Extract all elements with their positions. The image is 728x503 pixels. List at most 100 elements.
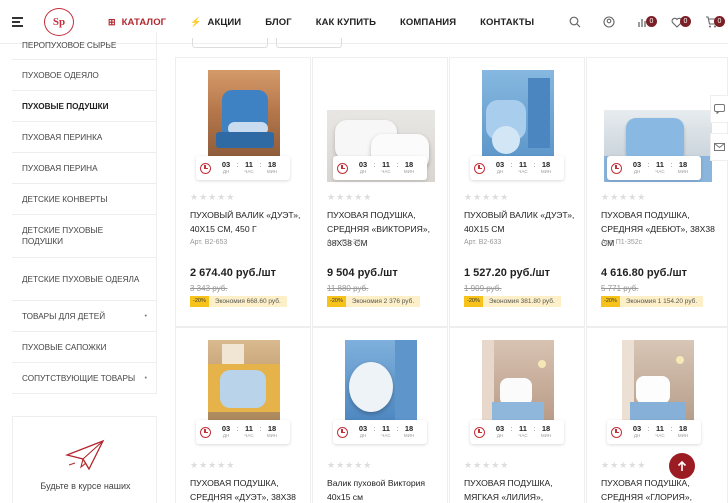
sidebar-item-kids-envelopes[interactable]: ДЕТСКИЕ КОНВЕРТЫ [12, 184, 156, 215]
timer-minutes-label: МИН [403, 169, 415, 174]
timer-hours-value: 11 [519, 424, 527, 433]
product-name[interactable]: Валик пуховой Виктория 40х15 см [327, 476, 443, 503]
sidebar-item-kids-pillows[interactable]: ДЕТСКИЕ ПУХОВЫЕ ПОДУШКИ [12, 215, 156, 258]
scroll-to-top-button[interactable] [669, 453, 695, 479]
timer-minutes: 18 МИН [537, 161, 555, 175]
nav-blog[interactable]: БЛОГ [265, 17, 291, 28]
sidebar-item-label: ПУХОВОЕ ОДЕЯЛО [22, 70, 99, 80]
timer-minutes: 18 МИН [674, 425, 692, 439]
product-card[interactable]: 03 ДН : 11 ЧАС : 18 МИН ★★★★★ ПУХОВАЯ ПОДУШ… [175, 327, 311, 503]
timer-hours: 11 ЧАС [377, 161, 395, 175]
search-icon[interactable] [564, 11, 586, 33]
product-card[interactable]: 03 ДН : 11 ЧАС : 18 МИН ★★★★★ ПУХОВЫЙ ВАЛИК… [175, 57, 311, 327]
timer-days-label: ДН [496, 433, 504, 438]
timer-hours: 11 ЧАС [651, 425, 669, 439]
catalog-sidebar: ПЕРОПУХОВОЕ СЫРЬЕ ПУХОВОЕ ОДЕЯЛО ПУХОВЫЕ… [12, 32, 157, 394]
nav-catalog[interactable]: ⊞ КАТАЛОГ [108, 17, 166, 28]
product-card[interactable]: 03 ДН : 11 ЧАС : 18 МИН ★★★★★ ПУХОВАЯ ПОДУШ… [312, 57, 448, 327]
product-card[interactable]: 03 ДН : 11 ЧАС : 18 МИН ★★★★★ ПУХОВЫЙ ВАЛИК… [449, 57, 585, 327]
product-image[interactable] [450, 70, 586, 162]
timer-hours-label: ЧАС [381, 169, 391, 174]
product-name[interactable]: ПУХОВАЯ ПОДУШКА, СРЕДНЯЯ «ГЛОРИЯ», [601, 476, 717, 503]
product-image[interactable] [176, 340, 312, 432]
timer-hours-label: ЧАС [244, 169, 254, 174]
nav-catalog-label: КАТАЛОГ [121, 16, 167, 28]
product-sku: Арт. В2-653 [190, 239, 228, 246]
product-image[interactable] [176, 70, 312, 162]
heart-icon[interactable]: 0 [666, 11, 691, 33]
discount-percent: -20% [327, 296, 346, 307]
timer-minutes-value: 18 [678, 160, 688, 169]
sidebar-item-down-boots[interactable]: ПУХОВЫЕ САПОЖКИ [12, 332, 156, 363]
rating-stars: ★★★★★ [327, 460, 373, 470]
product-sku: Арт. П1-38с [327, 239, 365, 246]
product-image[interactable] [450, 340, 586, 432]
newsletter-text: Будьте в курсе наших [40, 481, 131, 491]
product-image[interactable] [313, 70, 449, 182]
arrow-up-icon [677, 460, 687, 471]
timer-minutes-label: МИН [677, 433, 689, 438]
sidebar-item-label: ПУХОВЫЕ ПОДУШКИ [22, 101, 109, 111]
timer-minutes-value: 18 [541, 160, 551, 169]
sidebar-item-related-goods[interactable]: СОПУТСТВУЮЩИЕ ТОВАРЫ • [12, 363, 156, 394]
submenu-arrow-icon: • [144, 375, 147, 382]
sidebar-item-kids-goods[interactable]: ТОВАРЫ ДЛЯ ДЕТЕЙ • [12, 301, 156, 332]
product-card[interactable]: 03 ДН : 11 ЧАС : 18 МИН ★★★★★ ПУХОВАЯ ПОДУШ… [586, 57, 728, 327]
sort-control[interactable] [192, 38, 268, 48]
discount-badge: -20% Экономия 381.80 руб. [464, 296, 561, 307]
product-name[interactable]: ПУХОВЫЙ ВАЛИК «ДУЭТ», 40Х15 СМ [464, 208, 580, 236]
timer-minutes-label: МИН [540, 169, 552, 174]
timer-days: 03 ДН [217, 161, 235, 175]
timer-days-label: ДН [359, 169, 367, 174]
sidebar-item-feather-raw[interactable]: ПЕРОПУХОВОЕ СЫРЬЕ [12, 32, 156, 60]
product-image[interactable] [587, 70, 728, 182]
timer-days-label: ДН [496, 169, 504, 174]
nav-promotions-label: АКЦИИ [207, 16, 242, 28]
timer-minutes-value: 18 [267, 424, 277, 433]
nav-contacts[interactable]: КОНТАКТЫ [480, 17, 534, 28]
nav-promotions[interactable]: ⚡ АКЦИИ [190, 17, 241, 28]
nav-company[interactable]: КОМПАНИЯ [400, 17, 456, 28]
product-old-price: 1 909 руб. [464, 284, 502, 293]
timer-days: 03 ДН [628, 425, 646, 439]
product-image[interactable] [313, 340, 449, 432]
mail-icon[interactable] [710, 133, 728, 161]
timer-minutes: 18 МИН [674, 161, 692, 175]
nav-contacts-label: КОНТАКТЫ [480, 16, 535, 28]
countdown-timer: 03 ДН : 11 ЧАС : 18 МИН [333, 156, 427, 180]
timer-hours: 11 ЧАС [240, 161, 258, 175]
compare-count: 0 [646, 16, 657, 27]
product-card[interactable]: 03 ДН : 11 ЧАС : 18 МИН ★★★★★ ПУХОВАЯ ПОДУШ… [586, 327, 728, 503]
product-price: 4 616.80 руб./шт [601, 267, 688, 279]
sidebar-item-down-blanket[interactable]: ПУХОВОЕ ОДЕЯЛО [12, 60, 156, 91]
product-name[interactable]: ПУХОВЫЙ ВАЛИК «ДУЭТ», 40Х15 СМ, 450 Г [190, 208, 306, 236]
compare-icon[interactable]: 0 [632, 11, 657, 33]
rating-stars: ★★★★★ [464, 460, 510, 470]
countdown-timer: 03 ДН : 11 ЧАС : 18 МИН [333, 420, 427, 444]
product-card[interactable]: 03 ДН : 11 ЧАС : 18 МИН ★★★★★ Валик пуховой… [312, 327, 448, 503]
discount-percent: -20% [464, 296, 483, 307]
discount-badge: -20% Экономия 1 154.20 руб. [601, 296, 704, 307]
product-image[interactable] [587, 340, 728, 432]
menu-icon[interactable] [12, 17, 23, 27]
grid-icon: ⊞ [108, 16, 116, 27]
timer-minutes-value: 18 [267, 160, 277, 169]
cart-icon[interactable]: 0 [700, 11, 725, 33]
product-name[interactable]: ПУХОВАЯ ПОДУШКА, СРЕДНЯЯ «ДУЭТ», 38Х38 [190, 476, 306, 503]
nav-how-to-buy[interactable]: КАК КУПИТЬ [316, 17, 376, 28]
view-control[interactable] [276, 38, 342, 48]
sidebar-item-down-topper[interactable]: ПУХОВАЯ ПЕРИНКА [12, 122, 156, 153]
product-card[interactable]: 03 ДН : 11 ЧАС : 18 МИН ★★★★★ ПУХОВАЯ ПОДУШ… [449, 327, 585, 503]
sidebar-item-down-featherbed[interactable]: ПУХОВАЯ ПЕРИНА [12, 153, 156, 184]
timer-days: 03 ДН [354, 425, 372, 439]
chat-icon[interactable] [710, 95, 728, 123]
sidebar-item-kids-blankets[interactable]: ДЕТСКИЕ ПУХОВЫЕ ОДЕЯЛА [12, 258, 156, 301]
lightning-icon: ⚡ [190, 16, 202, 27]
sidebar-item-down-pillows[interactable]: ПУХОВЫЕ ПОДУШКИ [12, 91, 156, 122]
timer-hours-value: 11 [519, 160, 527, 169]
timer-minutes-value: 18 [541, 424, 551, 433]
user-icon[interactable] [598, 11, 620, 33]
product-name[interactable]: ПУХОВАЯ ПОДУШКА, МЯГКАЯ «ЛИЛИЯ», [464, 476, 580, 503]
countdown-timer: 03 ДН : 11 ЧАС : 18 МИН [607, 156, 701, 180]
timer-days: 03 ДН [491, 425, 509, 439]
